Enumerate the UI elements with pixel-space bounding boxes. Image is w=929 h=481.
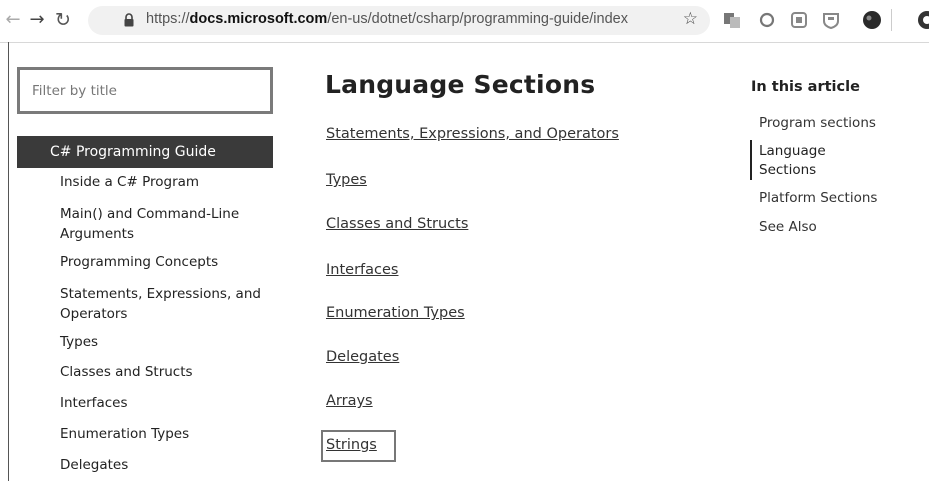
page-title: Language Sections <box>325 70 596 99</box>
toc-item[interactable]: Enumeration Types <box>60 424 270 444</box>
lock-icon <box>124 13 134 27</box>
profile-avatar-icon[interactable] <box>862 10 882 30</box>
article-nav-link[interactable]: Platform Sections <box>759 189 877 208</box>
article-nav-link[interactable]: See Also <box>759 218 817 237</box>
filter-box <box>17 67 273 114</box>
address-bar[interactable]: https://docs.microsoft.com/en-us/dotnet/… <box>88 6 710 35</box>
filter-input[interactable] <box>22 72 266 109</box>
section-link[interactable]: Arrays <box>326 393 373 409</box>
chrome-menu-icon[interactable] <box>917 10 929 30</box>
toc-item[interactable]: Statements, Expressions, and Operators <box>60 284 270 324</box>
toc-item[interactable]: Inside a C# Program <box>60 172 270 192</box>
section-link[interactable]: Classes and Structs <box>326 216 468 232</box>
section-link[interactable]: Interfaces <box>326 262 398 278</box>
left-edge-border <box>8 42 9 481</box>
forward-button[interactable]: → <box>26 9 48 31</box>
toc-item[interactable]: Programming Concepts <box>60 252 270 272</box>
reload-button[interactable]: ↻ <box>52 9 74 31</box>
url-text: https://docs.microsoft.com/en-us/dotnet/… <box>146 11 628 27</box>
article-nav-link[interactable]: Program sections <box>759 114 876 133</box>
section-link[interactable]: Statements, Expressions, and Operators <box>326 126 619 142</box>
translate-extension-icon[interactable] <box>723 11 741 29</box>
section-link-strings[interactable]: Strings <box>326 437 377 453</box>
article-nav-link-active[interactable]: Language Sections <box>759 142 839 180</box>
toolbar-separator <box>891 9 892 31</box>
back-button[interactable]: ← <box>2 9 24 31</box>
url-domain: docs.microsoft.com <box>189 11 328 27</box>
circle-extension-icon[interactable] <box>758 11 776 29</box>
square-extension-icon[interactable] <box>790 11 808 29</box>
toc-item[interactable]: Delegates <box>60 455 270 475</box>
in-this-article-title: In this article <box>751 79 860 95</box>
section-link[interactable]: Delegates <box>326 349 399 365</box>
toc-item[interactable]: Main() and Command-Line Arguments <box>60 204 270 244</box>
shield-extension-icon[interactable] <box>822 11 840 29</box>
url-path: /en-us/dotnet/csharp/programming-guide/i… <box>327 11 628 27</box>
bookmark-star-icon[interactable]: ☆ <box>683 9 698 29</box>
toc-item[interactable]: Types <box>60 332 270 352</box>
section-link[interactable]: Enumeration Types <box>326 305 465 321</box>
toc-item[interactable]: Classes and Structs <box>60 362 270 382</box>
browser-toolbar: ← → ↻ https://docs.microsoft.com/en-us/d… <box>0 0 929 43</box>
url-prefix: https:// <box>146 11 190 27</box>
section-link[interactable]: Types <box>326 172 367 188</box>
active-indicator <box>750 140 752 180</box>
toc-item-active[interactable]: C# Programming Guide <box>17 136 273 168</box>
toc-item[interactable]: Interfaces <box>60 393 270 413</box>
